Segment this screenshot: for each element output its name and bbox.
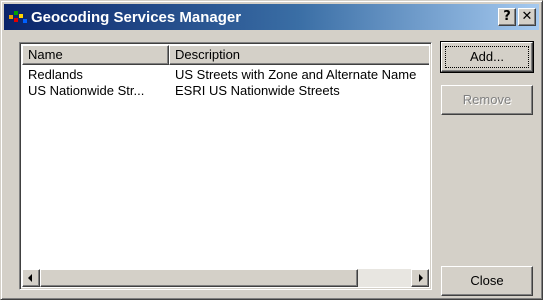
remove-button-label: Remove xyxy=(462,92,512,107)
arrow-left-icon xyxy=(28,274,32,282)
list-rows: Redlands US Streets with Zone and Alterna… xyxy=(22,67,429,99)
list-item[interactable]: US Nationwide Str... ESRI US Nationwide S… xyxy=(22,83,429,99)
column-header-description[interactable]: Description xyxy=(169,45,429,65)
scroll-left-button[interactable] xyxy=(22,269,40,287)
app-icon xyxy=(9,9,27,25)
help-button[interactable]: ? xyxy=(498,8,516,26)
column-header-name[interactable]: Name xyxy=(22,45,169,65)
dialog-window: Geocoding Services Manager ? ✕ Name Desc… xyxy=(0,0,543,300)
service-name: US Nationwide Str... xyxy=(28,83,145,98)
service-description: ESRI US Nationwide Streets xyxy=(175,83,340,98)
scroll-right-button[interactable] xyxy=(411,269,429,287)
service-name: Redlands xyxy=(28,67,83,82)
close-window-button[interactable]: ✕ xyxy=(518,8,536,26)
horizontal-scrollbar[interactable] xyxy=(22,269,429,287)
service-description: US Streets with Zone and Alternate Name xyxy=(175,67,417,82)
title-bar[interactable]: Geocoding Services Manager ? ✕ xyxy=(4,4,539,30)
geocoding-services-list[interactable]: Name Description Redlands US Streets with… xyxy=(19,42,432,290)
focus-rectangle xyxy=(445,46,529,68)
arrow-right-icon xyxy=(419,274,423,282)
remove-button[interactable]: Remove xyxy=(441,85,533,115)
list-item[interactable]: Redlands US Streets with Zone and Alterna… xyxy=(22,67,429,83)
window-title: Geocoding Services Manager xyxy=(31,8,242,26)
close-button-label: Close xyxy=(470,273,504,288)
list-header: Name Description xyxy=(22,45,429,65)
help-icon: ? xyxy=(503,9,511,24)
close-button[interactable]: Close xyxy=(441,266,533,296)
close-icon: ✕ xyxy=(521,9,533,24)
add-button[interactable]: Add... xyxy=(440,41,534,73)
scrollbar-thumb[interactable] xyxy=(40,269,358,287)
